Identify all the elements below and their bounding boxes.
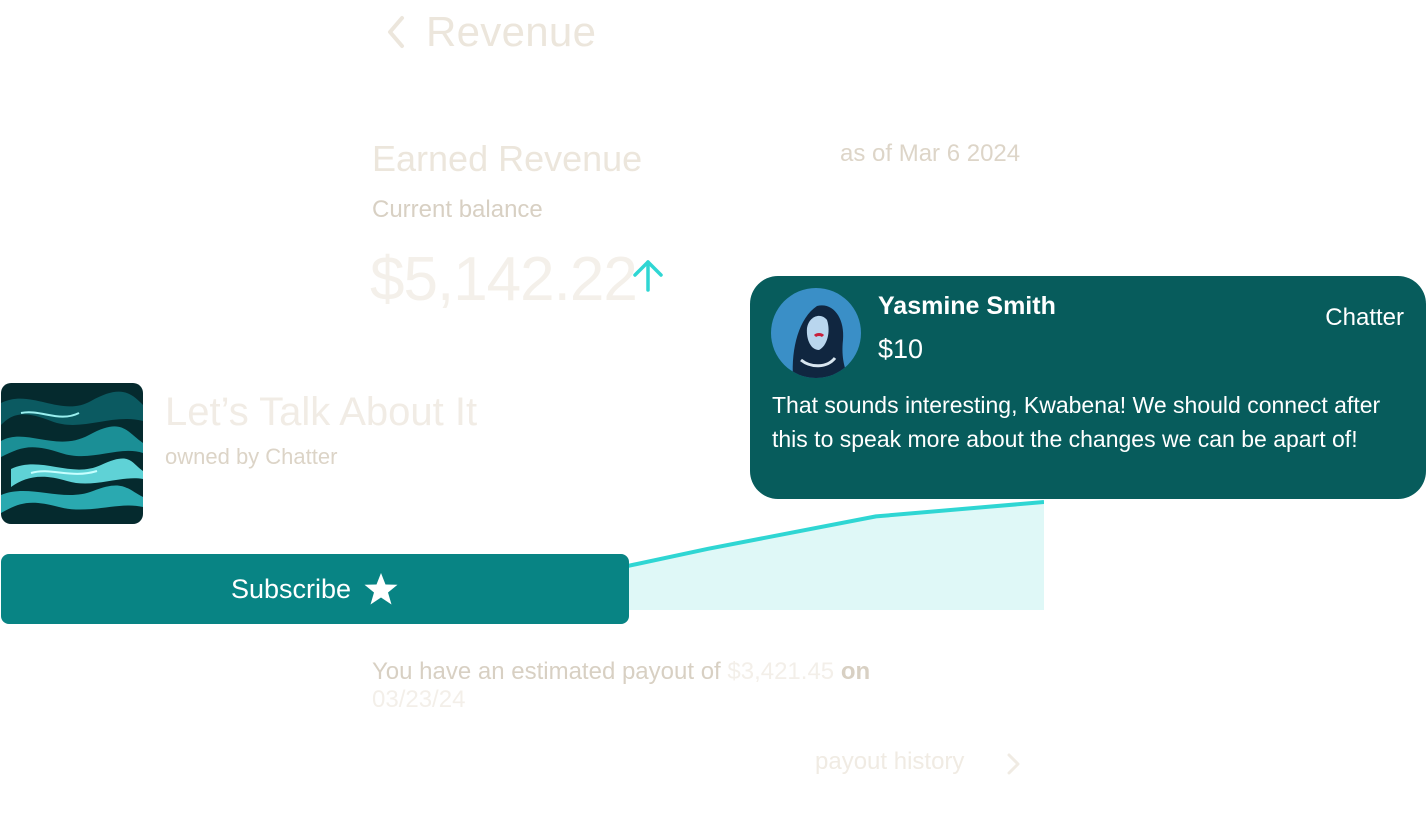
- show-cover-image[interactable]: [1, 383, 143, 524]
- show-title: Let’s Talk About It: [165, 390, 478, 434]
- avatar[interactable]: [771, 288, 861, 378]
- show-owner: owned by Chatter: [165, 444, 338, 469]
- as-of-date: as of Mar 6 2024: [840, 140, 1021, 167]
- chevron-left-icon[interactable]: [380, 12, 412, 52]
- tip-message-bubble[interactable]: Yasmine Smith $10 Chatter That sounds in…: [750, 276, 1426, 499]
- arrow-up-icon: [633, 260, 663, 292]
- section-title: Earned Revenue: [372, 138, 643, 179]
- subscribe-label: Subscribe: [230, 573, 352, 604]
- tip-amount: $10: [878, 334, 924, 364]
- balance-amount: $5,142.22: [370, 245, 638, 314]
- star-icon: [364, 573, 398, 605]
- payout-note: You have an estimated payout of $3,421.4…: [372, 658, 952, 714]
- payout-prefix: You have an estimated payout of: [372, 658, 728, 685]
- sender-name: Yasmine Smith: [878, 292, 1056, 320]
- payout-amount: $3,421.45: [727, 658, 835, 685]
- payout-date: 03/23/24: [372, 686, 466, 713]
- payout-on: on: [834, 658, 871, 685]
- balance-label: Current balance: [372, 196, 543, 223]
- subscribe-button[interactable]: Subscribe: [1, 554, 629, 624]
- page-title: Revenue: [426, 8, 597, 55]
- channel-name: Chatter: [1325, 304, 1404, 331]
- message-text: That sounds interesting, Kwabena! We sho…: [772, 392, 1381, 452]
- chevron-right-icon[interactable]: [1002, 751, 1024, 777]
- payout-history-link[interactable]: payout history: [815, 748, 964, 776]
